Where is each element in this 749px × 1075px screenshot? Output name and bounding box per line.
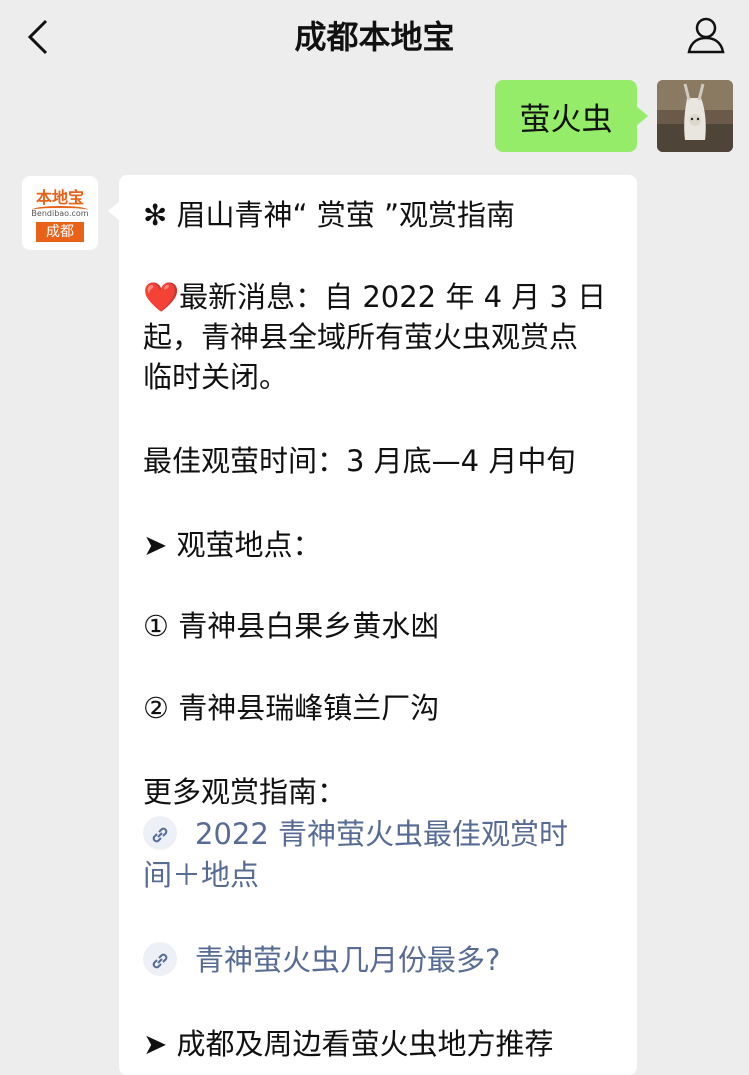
link-icon	[143, 942, 177, 976]
user-avatar[interactable]	[657, 80, 733, 152]
location-1: ① 青神县白果乡黄水凼	[143, 609, 440, 643]
guide-link-2[interactable]: 青神萤火虫几月份最多?	[143, 939, 627, 981]
user-avatar-photo	[657, 80, 733, 152]
guide-link-1-text: 2022 青神萤火虫最佳观赏时	[195, 817, 569, 851]
incoming-message[interactable]: ✻ 眉山青神“ 赏萤 ”观赏指南 ❤️最新消息：自 2022 年 4 月 3 日…	[108, 175, 637, 1075]
link-icon	[143, 816, 177, 850]
logo-city: 成都	[36, 222, 84, 242]
more-guides-label: 更多观赏指南：	[143, 775, 347, 809]
news-line-3: 临时关闭。	[143, 360, 289, 394]
bot-avatar[interactable]: 本地宝 Bendibao.com 成都	[22, 176, 98, 250]
locations-heading: ➤ 观萤地点：	[143, 528, 322, 562]
guide-link-1-continued[interactable]: 间＋地点	[143, 854, 627, 896]
location-2: ② 青神县瑞峰镇兰厂沟	[143, 691, 440, 725]
chat-title: 成都本地宝	[294, 18, 455, 56]
top-bar: 成都本地宝	[0, 0, 749, 74]
profile-button[interactable]	[683, 12, 729, 58]
guide-link-1[interactable]: 2022 青神萤火虫最佳观赏时	[143, 813, 627, 855]
logo-name: 本地宝	[35, 188, 84, 207]
news-line-2: 起，青神县全域所有萤火虫观赏点	[143, 320, 579, 354]
best-time: 最佳观萤时间：3 月底—4 月中旬	[143, 444, 576, 478]
logo-domain: Bendibao.com	[31, 209, 89, 218]
outgoing-message-text: 萤火虫	[519, 101, 613, 138]
message-title: ✻ 眉山青神“ 赏萤 ”观赏指南	[143, 198, 516, 232]
person-icon	[687, 17, 725, 54]
recommend-heading: ➤ 成都及周边看萤火虫地方推荐	[143, 1027, 554, 1061]
news-line-1: ❤️最新消息：自 2022 年 4 月 3 日	[143, 280, 607, 314]
outgoing-message[interactable]: 萤火虫	[495, 80, 648, 152]
guide-link-2-text: 青神萤火虫几月份最多?	[195, 943, 501, 977]
